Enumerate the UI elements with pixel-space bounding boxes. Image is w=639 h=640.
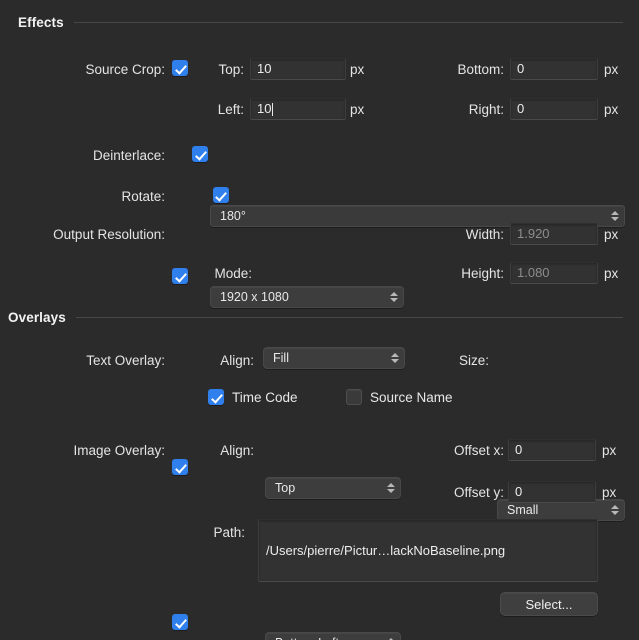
rotate-label: Rotate: [0,187,165,207]
output-height-value: 1.080 [517,263,550,283]
output-width-label: Width: [420,225,504,245]
image-overlay-checkbox[interactable] [172,614,188,630]
section-divider-overlays [76,317,623,318]
effects-overlays-settings-panel: Effects Source Crop: Top: 10 px Bottom: … [0,0,639,640]
time-code-option[interactable]: Time Code [208,389,298,405]
output-width-unit: px [604,225,618,245]
text-overlay-align-stepper-icon[interactable] [386,480,395,496]
crop-right-label: Right: [380,100,504,120]
offset-y-value: 0 [515,482,522,502]
output-resolution-stepper-icon[interactable] [389,289,398,305]
select-file-button-label: Select... [526,597,573,612]
output-resolution-popup[interactable]: 1920 x 1080 [210,286,404,308]
crop-bottom-input[interactable]: 0 [510,58,598,80]
image-overlay-align-value: Bottom Left [266,636,339,640]
offset-y-unit: px [602,483,616,503]
text-overlay-align-value: Top [266,481,295,495]
output-width-value: 1.920 [517,224,550,244]
crop-left-label: Left: [180,100,244,120]
output-height-label: Height: [420,264,504,284]
image-overlay-label: Image Overlay: [0,441,165,461]
source-crop-label: Source Crop: [0,60,165,80]
image-overlay-align-stepper-icon[interactable] [386,635,395,640]
source-name-option[interactable]: Source Name [346,389,453,405]
offset-x-label: Offset x: [406,441,504,461]
path-label: Path: [150,523,245,543]
output-height-input[interactable]: 1.080 [510,262,598,284]
section-header-effects: Effects [18,15,623,30]
text-caret [272,103,273,116]
crop-right-value: 0 [517,99,524,119]
mode-popup[interactable]: Fill [263,347,405,369]
text-overlay-align-label: Align: [190,351,254,371]
time-code-label: Time Code [232,390,298,405]
rotate-stepper-icon[interactable] [610,208,619,224]
section-divider-effects [74,22,623,23]
crop-bottom-unit: px [604,60,618,80]
output-height-unit: px [604,264,618,284]
section-title-overlays: Overlays [8,310,66,325]
crop-top-label: Top: [180,60,244,80]
crop-bottom-value: 0 [517,59,524,79]
mode-stepper-icon[interactable] [390,350,399,366]
output-resolution-value: 1920 x 1080 [211,290,289,304]
offset-x-unit: px [602,441,616,461]
text-overlay-size-label: Size: [425,351,489,371]
text-overlay-align-popup[interactable]: Top [265,477,401,499]
mode-label: Mode: [180,264,252,284]
text-overlay-size-value: Small [498,503,538,517]
crop-top-value: 10 [257,59,271,79]
text-overlay-size-stepper-icon[interactable] [610,502,619,518]
crop-right-input[interactable]: 0 [510,98,598,120]
crop-top-unit: px [350,60,364,80]
rotate-value: 180° [211,209,246,223]
image-overlay-align-label: Align: [190,441,254,461]
crop-top-input[interactable]: 10 [250,58,346,80]
select-file-button[interactable]: Select... [500,592,598,616]
image-overlay-align-popup[interactable]: Bottom Left [265,632,401,640]
text-overlay-checkbox[interactable] [172,459,188,475]
deinterlace-checkbox[interactable] [192,146,208,162]
crop-left-input[interactable]: 10 [250,98,346,120]
section-title-effects: Effects [18,15,64,30]
output-width-input[interactable]: 1.920 [510,223,598,245]
path-value: /Users/pierre/Pictur…lackNoBaseline.png [266,543,505,558]
time-code-checkbox[interactable] [208,389,224,405]
mode-value: Fill [264,351,289,365]
offset-x-input[interactable]: 0 [508,439,596,461]
crop-bottom-label: Bottom: [380,60,504,80]
crop-right-unit: px [604,100,618,120]
source-name-label: Source Name [370,390,453,405]
rotate-checkbox[interactable] [213,187,229,203]
section-header-overlays: Overlays [8,310,623,325]
offset-y-label: Offset y: [406,483,504,503]
crop-left-unit: px [350,100,364,120]
path-textarea[interactable]: /Users/pierre/Pictur…lackNoBaseline.png [258,519,598,582]
deinterlace-label: Deinterlace: [0,146,165,166]
source-name-checkbox[interactable] [346,389,362,405]
offset-y-input[interactable]: 0 [508,481,596,503]
offset-x-value: 0 [515,440,522,460]
output-resolution-label: Output Resolution: [0,225,165,245]
text-overlay-label: Text Overlay: [0,351,165,371]
crop-left-value: 10 [257,99,271,119]
